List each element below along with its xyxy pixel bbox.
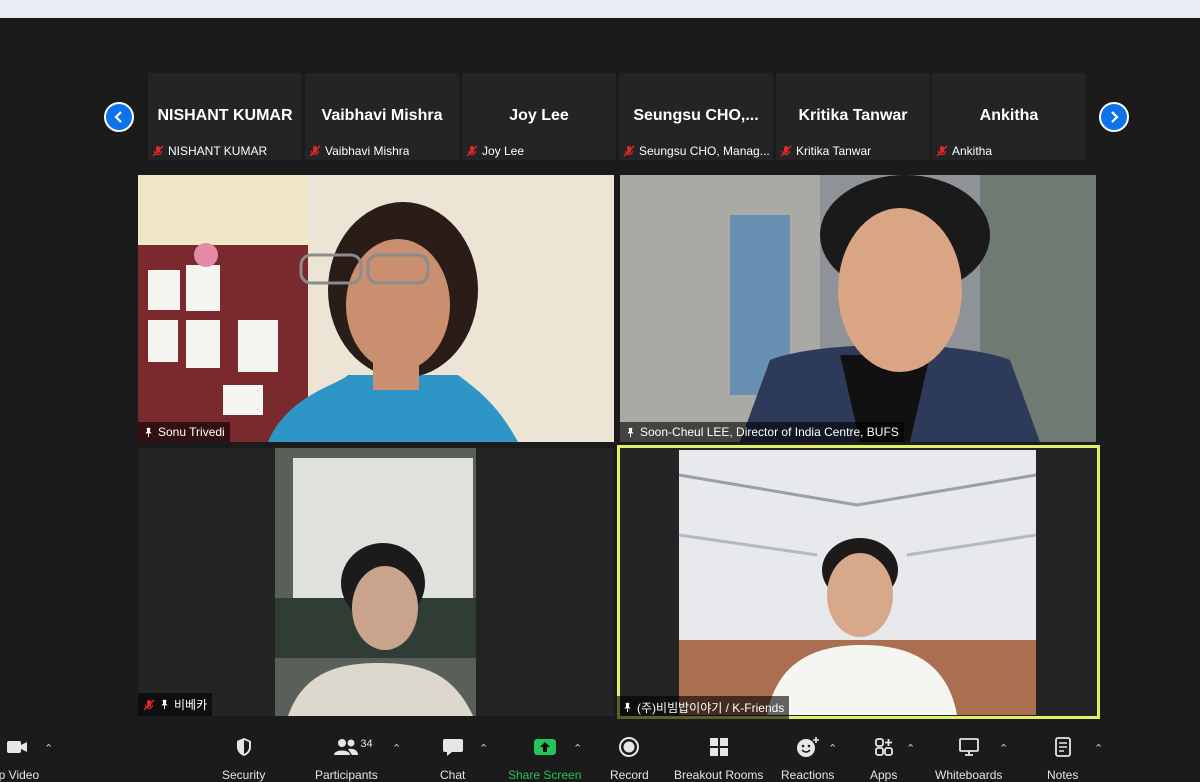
whiteboards-label: Whiteboards bbox=[935, 768, 1003, 782]
mic-muted-icon bbox=[780, 145, 792, 157]
security-label: Security bbox=[222, 768, 266, 782]
stop-video-label: op Video bbox=[0, 768, 40, 782]
strip-name-label: Seungsu CHO, Manag... bbox=[639, 144, 769, 158]
notes-icon bbox=[1054, 737, 1071, 757]
video-tile-1[interactable]: Sonu Trivedi bbox=[138, 175, 614, 442]
share-screen-icon bbox=[533, 739, 556, 755]
chat-label: Chat bbox=[440, 768, 466, 782]
strip-tile-3[interactable]: Joy Lee Joy Lee bbox=[462, 73, 616, 160]
notes-label: Notes bbox=[1047, 768, 1079, 782]
participant-name: Soon-Cheul LEE, Director of India Centre… bbox=[640, 425, 899, 439]
mic-muted-icon bbox=[466, 145, 478, 157]
shield-icon bbox=[236, 738, 251, 756]
participant-video bbox=[620, 175, 1096, 442]
participant-name: 비베카 bbox=[174, 698, 208, 712]
participant-name-bar: Sonu Trivedi bbox=[138, 422, 230, 442]
pin-icon bbox=[627, 427, 634, 437]
share-screen-label: Share Screen bbox=[508, 768, 582, 782]
chat-button[interactable]: Chat bbox=[440, 736, 465, 782]
apps-icon bbox=[874, 738, 893, 756]
breakout-rooms-icon bbox=[709, 738, 728, 756]
strip-name-label: Kritika Tanwar bbox=[796, 144, 872, 158]
participants-label: Participants bbox=[315, 768, 378, 782]
record-button[interactable]: Record bbox=[610, 736, 649, 782]
apps-options-caret[interactable]: ⌃ bbox=[906, 742, 915, 755]
participant-video bbox=[138, 448, 614, 716]
pin-icon bbox=[624, 702, 631, 713]
stop-video-button[interactable]: op Video bbox=[0, 736, 39, 782]
strip-tile-6[interactable]: Ankitha Ankitha bbox=[932, 73, 1086, 160]
participant-name: (주)비빔밥이야기 / K-Friends bbox=[637, 701, 785, 715]
share-screen-button[interactable]: Share Screen bbox=[508, 736, 581, 782]
chevron-right-icon bbox=[1111, 111, 1119, 123]
strip-tile-2[interactable]: Vaibhavi Mishra Vaibhavi Mishra bbox=[305, 73, 459, 160]
video-tile-3[interactable]: 비베카 bbox=[138, 448, 614, 716]
strip-tile-1[interactable]: NISHANT KUMAR NISHANT KUMAR bbox=[148, 73, 302, 160]
participants-icon bbox=[334, 739, 359, 755]
participant-name-bar: 비베카 bbox=[138, 693, 213, 716]
participants-button[interactable]: 34 Participants bbox=[315, 736, 378, 782]
strip-display-name: Ankitha bbox=[979, 107, 1039, 124]
strip-prev-button[interactable] bbox=[104, 102, 134, 132]
breakout-rooms-label: Breakout Rooms bbox=[674, 768, 764, 782]
mic-muted-icon bbox=[152, 145, 164, 157]
strip-display-name: Kritika Tanwar bbox=[798, 107, 908, 124]
reactions-button[interactable]: Reactions bbox=[781, 736, 834, 782]
mic-muted-icon bbox=[309, 145, 321, 157]
strip-display-name: Vaibhavi Mishra bbox=[321, 107, 443, 124]
strip-display-name: Joy Lee bbox=[509, 107, 569, 124]
video-tile-2[interactable]: Soon-Cheul LEE, Director of India Centre… bbox=[620, 175, 1096, 442]
participants-options-caret[interactable]: ⌃ bbox=[392, 742, 401, 755]
participants-count: 34 bbox=[360, 738, 373, 750]
reactions-icon bbox=[796, 737, 819, 757]
strip-name-label: Joy Lee bbox=[482, 144, 525, 158]
strip-next-button[interactable] bbox=[1099, 102, 1129, 132]
chevron-left-icon bbox=[114, 111, 122, 123]
record-label: Record bbox=[610, 768, 649, 782]
share-options-caret[interactable]: ⌃ bbox=[573, 742, 582, 755]
mic-muted-icon bbox=[936, 145, 948, 157]
chat-options-caret[interactable]: ⌃ bbox=[479, 742, 488, 755]
whiteboards-options-caret[interactable]: ⌃ bbox=[999, 742, 1008, 755]
reactions-label: Reactions bbox=[781, 768, 835, 782]
record-icon bbox=[619, 737, 640, 757]
notes-options-caret[interactable]: ⌃ bbox=[1094, 742, 1103, 755]
security-button[interactable]: Security bbox=[222, 736, 265, 782]
strip-name-label: Vaibhavi Mishra bbox=[325, 144, 410, 158]
whiteboards-button[interactable]: Whiteboards bbox=[935, 736, 1002, 782]
strip-display-name: NISHANT KUMAR bbox=[157, 107, 293, 124]
reactions-options-caret[interactable]: ⌃ bbox=[828, 742, 837, 755]
strip-name-label: Ankitha bbox=[952, 144, 993, 158]
participant-video bbox=[617, 445, 1100, 719]
notes-button[interactable]: Notes bbox=[1047, 736, 1078, 782]
video-tile-4-active-speaker[interactable]: (주)비빔밥이야기 / K-Friends bbox=[617, 445, 1100, 719]
pin-icon bbox=[145, 427, 152, 437]
apps-label: Apps bbox=[870, 768, 898, 782]
chat-icon bbox=[442, 739, 463, 756]
video-options-caret[interactable]: ⌃ bbox=[44, 742, 53, 755]
participant-name: Sonu Trivedi bbox=[158, 425, 225, 439]
pin-icon bbox=[161, 699, 168, 710]
mic-muted-icon bbox=[143, 699, 155, 710]
participant-video bbox=[138, 175, 614, 442]
apps-button[interactable]: Apps bbox=[870, 736, 897, 782]
participant-name-bar: (주)비빔밥이야기 / K-Friends bbox=[617, 696, 790, 719]
whiteboard-icon bbox=[958, 738, 979, 756]
video-camera-icon bbox=[6, 741, 27, 753]
mic-muted-icon bbox=[623, 145, 635, 157]
window-top-strip bbox=[0, 0, 1200, 18]
strip-name-label: NISHANT KUMAR bbox=[168, 144, 268, 158]
breakout-rooms-button[interactable]: Breakout Rooms bbox=[674, 736, 763, 782]
participant-name-bar: Soon-Cheul LEE, Director of India Centre… bbox=[620, 422, 904, 442]
meeting-toolbar: op Video ⌃ Security 34 Participants ⌃ Ch… bbox=[0, 728, 1200, 782]
strip-tile-4[interactable]: Seungsu CHO,... Seungsu CHO, Manag... bbox=[619, 73, 773, 160]
strip-display-name: Seungsu CHO,... bbox=[633, 107, 759, 124]
strip-tile-5[interactable]: Kritika Tanwar Kritika Tanwar bbox=[776, 73, 930, 160]
